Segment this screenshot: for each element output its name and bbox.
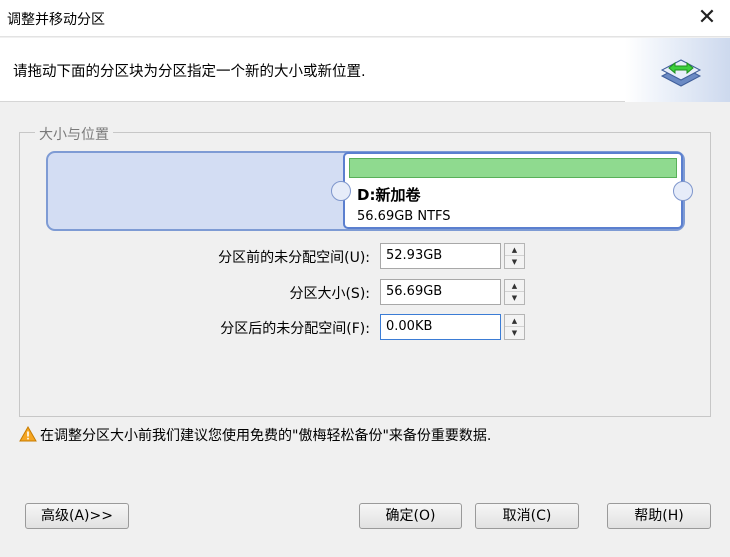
after-space-spinner[interactable]: ▲ ▼: [504, 314, 525, 340]
left-resize-handle[interactable]: [331, 181, 351, 201]
after-space-input[interactable]: 0.00KB: [380, 314, 501, 340]
advanced-button[interactable]: 高级(A)>>: [25, 503, 129, 529]
before-space-spinner[interactable]: ▲ ▼: [504, 243, 525, 269]
partition-block[interactable]: D:新加卷 56.69GB NTFS: [343, 152, 683, 229]
close-icon[interactable]: ✕: [692, 4, 722, 32]
resize-arrows-icon: [660, 59, 702, 87]
ok-button[interactable]: 确定(O): [359, 503, 462, 529]
spin-down-icon[interactable]: ▼: [505, 292, 524, 304]
group-legend: 大小与位置: [35, 124, 113, 144]
before-space-input[interactable]: 52.93GB: [380, 243, 501, 269]
window-title: 调整并移动分区: [7, 12, 105, 28]
spin-down-icon[interactable]: ▼: [505, 256, 524, 268]
partition-size-input[interactable]: 56.69GB: [380, 279, 501, 305]
title-bar: 调整并移动分区 ✕: [0, 0, 730, 37]
backup-warning: 在调整分区大小前我们建议您使用免费的"傲梅轻松备份"来备份重要数据.: [19, 425, 491, 445]
header-logo: [625, 38, 730, 102]
warning-triangle-icon: [19, 425, 37, 442]
spin-down-icon[interactable]: ▼: [505, 327, 524, 339]
header-panel: 请拖动下面的分区块为分区指定一个新的大小或新位置.: [0, 38, 730, 102]
cancel-button[interactable]: 取消(C): [475, 503, 579, 529]
spin-up-icon[interactable]: ▲: [505, 280, 524, 292]
partition-size-label: 分区大小(S):: [289, 286, 370, 302]
spin-up-icon[interactable]: ▲: [505, 244, 524, 256]
before-space-label: 分区前的未分配空间(U):: [218, 250, 370, 266]
warning-text: 在调整分区大小前我们建议您使用免费的"傲梅轻松备份"来备份重要数据.: [40, 428, 492, 444]
partition-name: D:新加卷: [357, 186, 421, 204]
help-button[interactable]: 帮助(H): [607, 503, 711, 529]
header-description: 请拖动下面的分区块为分区指定一个新的大小或新位置.: [13, 64, 366, 80]
partition-size-spinner[interactable]: ▲ ▼: [504, 279, 525, 305]
partition-info: 56.69GB NTFS: [357, 209, 451, 224]
partition-usage-bar: [349, 158, 677, 178]
after-space-label: 分区后的未分配空间(F):: [220, 321, 370, 337]
spin-up-icon[interactable]: ▲: [505, 315, 524, 327]
right-resize-handle[interactable]: [673, 181, 693, 201]
